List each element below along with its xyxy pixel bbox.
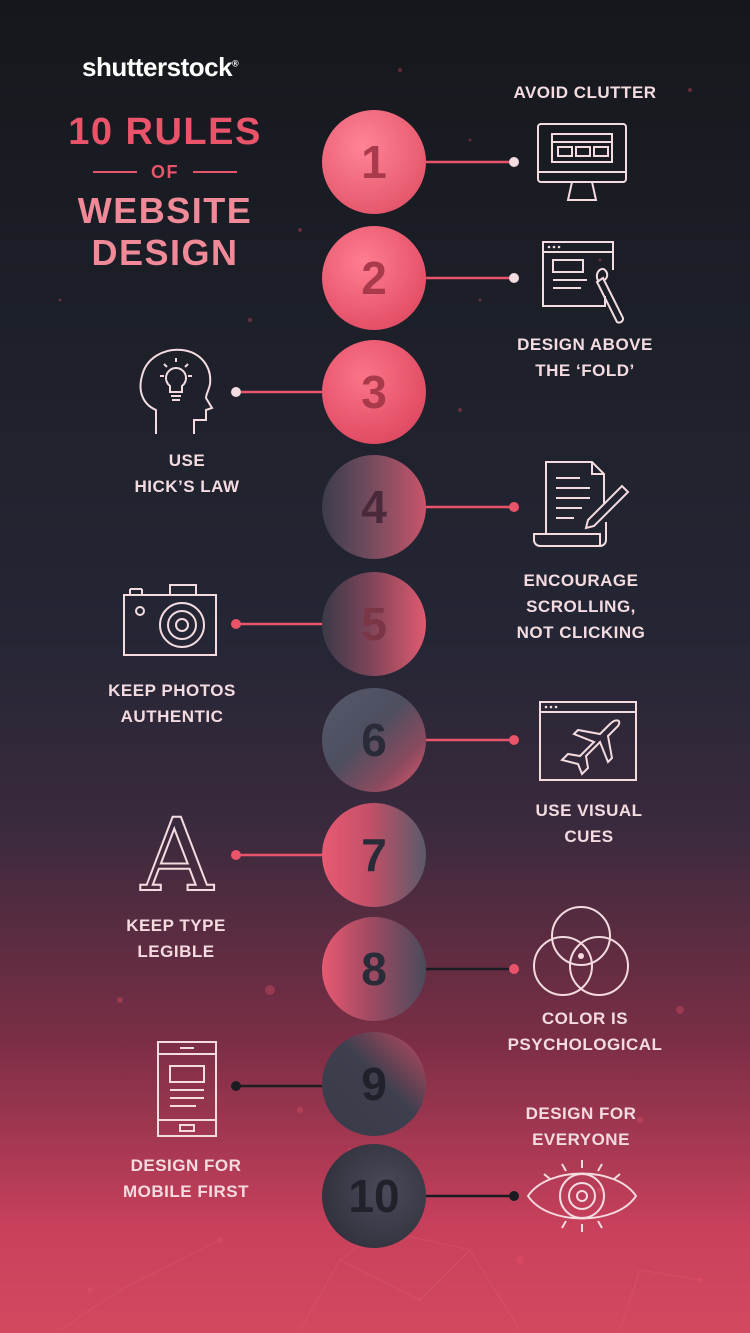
serif-letter-a-icon: A xyxy=(139,806,216,894)
rule-3-label: USE HICK’S LAW xyxy=(82,448,292,500)
rule-4-number: 4 xyxy=(322,455,426,559)
desktop-monitor-icon xyxy=(537,123,627,201)
rule-3-number: 3 xyxy=(322,340,426,444)
rule-9-label: DESIGN FOR MOBILE FIRST xyxy=(76,1153,296,1205)
label-line: THE ‘FOLD’ xyxy=(535,361,635,380)
camera-icon xyxy=(123,584,217,656)
serif-letter-a-glyph: A xyxy=(140,806,215,894)
head-lightbulb-icon xyxy=(139,348,214,434)
rule-2-number: 2 xyxy=(322,226,426,330)
label-line: SCROLLING, xyxy=(526,597,636,616)
rule-8-number: 8 xyxy=(322,917,426,1021)
rule-4-label: ENCOURAGE SCROLLING, NOT CLICKING xyxy=(466,568,696,646)
label-line: COLOR IS xyxy=(541,1009,629,1028)
rule-1-number: 1 xyxy=(322,110,426,214)
label-line: USE xyxy=(168,451,206,470)
label-line: PSYCHOLOGICAL xyxy=(507,1035,663,1054)
rule-9-number: 9 xyxy=(322,1032,426,1136)
rule-1-label: AVOID CLUTTER xyxy=(470,80,700,106)
label-line: KEEP TYPE xyxy=(126,916,226,935)
rule-7-label: KEEP TYPE LEGIBLE xyxy=(76,913,276,965)
rule-6-number: 6 xyxy=(322,688,426,792)
rule-5-label: KEEP PHOTOS AUTHENTIC xyxy=(72,678,272,730)
label-line: DESIGN FOR xyxy=(130,1156,242,1175)
browser-paintbrush-icon xyxy=(542,241,625,324)
mobile-phone-icon xyxy=(157,1041,217,1137)
label-line: USE VISUAL xyxy=(535,801,643,820)
rule-2-label: DESIGN ABOVE THE ‘FOLD’ xyxy=(470,332,700,384)
label-line: DESIGN FOR xyxy=(525,1104,637,1123)
venn-circles-icon xyxy=(533,906,629,996)
label-line: NOT CLICKING xyxy=(516,623,646,642)
label-line: MOBILE FIRST xyxy=(123,1182,249,1201)
label-line: AUTHENTIC xyxy=(120,707,224,726)
rule-10-number: 10 xyxy=(322,1144,426,1248)
label-line: HICK’S LAW xyxy=(134,477,240,496)
rule-6-label: USE VISUAL CUES xyxy=(474,798,704,850)
scroll-document-pen-icon xyxy=(533,461,630,547)
rule-7-number: 7 xyxy=(322,803,426,907)
label-line: CUES xyxy=(564,827,614,846)
label-line: DESIGN ABOVE xyxy=(517,335,653,354)
rule-8-label: COLOR IS PSYCHOLOGICAL xyxy=(470,1006,700,1058)
label-line: EVERYONE xyxy=(532,1130,630,1149)
rule-10-label: DESIGN FOR EVERYONE xyxy=(466,1101,696,1153)
eye-icon xyxy=(526,1160,638,1232)
browser-airplane-icon xyxy=(539,701,637,781)
rule-5-number: 5 xyxy=(322,572,426,676)
label-line: ENCOURAGE xyxy=(523,571,639,590)
label-line: AVOID CLUTTER xyxy=(513,83,657,102)
label-line: LEGIBLE xyxy=(137,942,215,961)
label-line: KEEP PHOTOS xyxy=(108,681,236,700)
